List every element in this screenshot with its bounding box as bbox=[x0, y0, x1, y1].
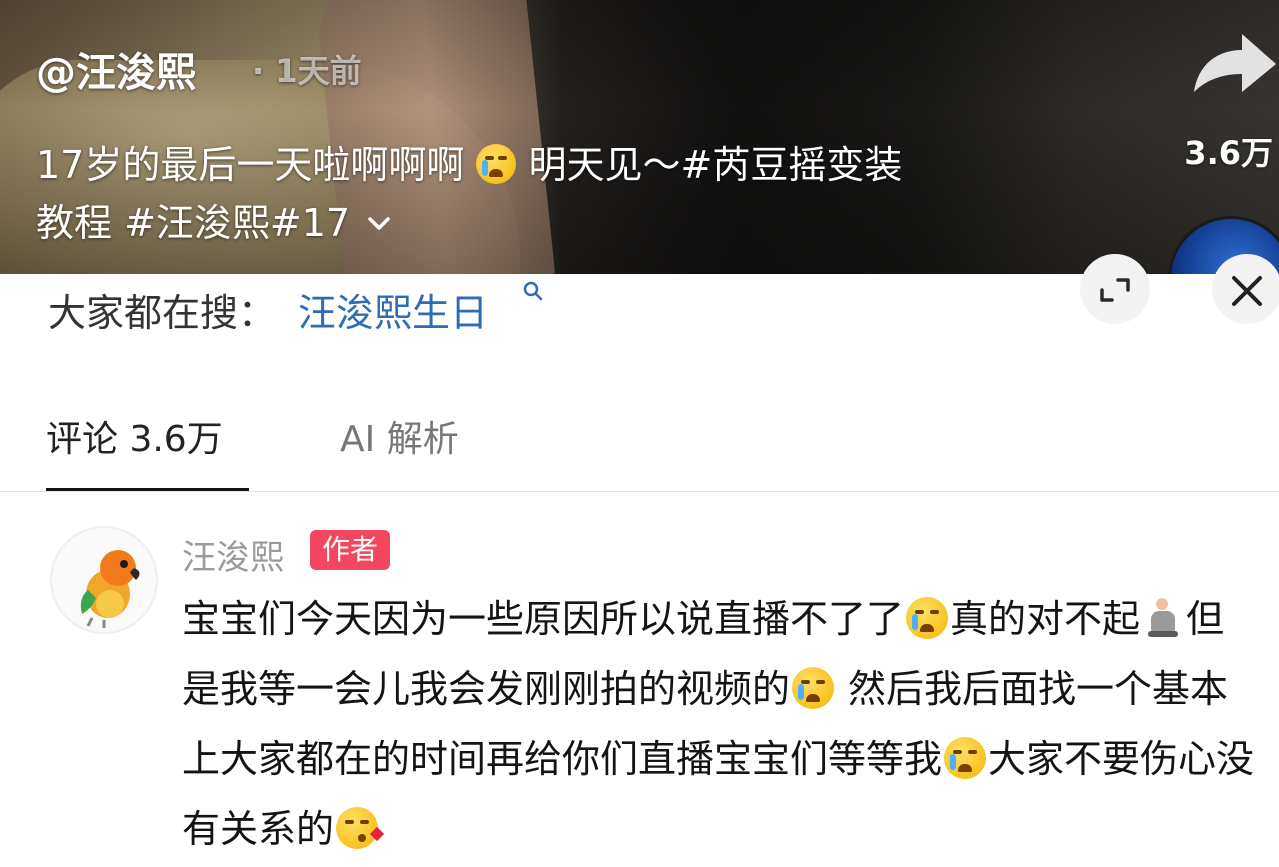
search-suggestion-link[interactable]: 汪浚熙生日 bbox=[298, 282, 488, 337]
search-suggestion-label: 大家都在搜： bbox=[48, 291, 277, 335]
expand-button[interactable] bbox=[1080, 254, 1150, 324]
loudly-crying-emoji-icon bbox=[944, 737, 987, 779]
close-button[interactable] bbox=[1212, 254, 1279, 324]
comment-segment-2: 真的对不起 bbox=[950, 597, 1141, 641]
author-badge: 作者 bbox=[310, 530, 391, 570]
expand-icon bbox=[1100, 278, 1130, 302]
loudly-crying-emoji-icon bbox=[906, 597, 949, 639]
loudly-crying-emoji-icon bbox=[476, 144, 517, 184]
parrot-avatar-icon bbox=[80, 550, 140, 628]
video-caption[interactable]: 17岁的最后一天啦啊啊啊 明天见～#芮豆摇变装 教程 #汪浚熙#17 bbox=[36, 136, 1036, 252]
kneeling-person-emoji-icon bbox=[1148, 598, 1179, 638]
caption-text-2: 明天见～#芮豆摇变装 bbox=[528, 143, 903, 187]
video-author-handle[interactable]: @汪浚熙 bbox=[36, 40, 196, 98]
caption-text-1: 17岁的最后一天啦啊啊啊 bbox=[36, 143, 465, 187]
video-post-time: · 1天前 bbox=[252, 52, 362, 90]
chevron-down-icon[interactable] bbox=[366, 214, 392, 234]
comment-segment-1: 宝宝们今天因为一些原因所以说直播不了了 bbox=[182, 597, 905, 641]
avatar[interactable] bbox=[50, 526, 158, 634]
caption-text-3: 教程 #汪浚熙#17 bbox=[36, 201, 351, 245]
video-player[interactable]: @汪浚熙 · 1天前 17岁的最后一天啦啊啊啊 明天见～#芮豆摇变装 教程 #汪… bbox=[0, 0, 1279, 274]
comment-username[interactable]: 汪浚熙 bbox=[182, 530, 284, 579]
tab-comments[interactable]: 评论 3.6万 bbox=[46, 410, 223, 462]
search-icon bbox=[523, 281, 543, 301]
crying-emoji-icon bbox=[792, 667, 835, 709]
share-arrow-icon[interactable] bbox=[1188, 26, 1279, 100]
tabs-divider bbox=[0, 491, 1279, 492]
comment-text: 宝宝们今天因为一些原因所以说直播不了了 真的对不起 但是我等一会儿我会发刚刚拍的视频… bbox=[182, 584, 1262, 864]
share-count: 3.6万 bbox=[1184, 134, 1273, 172]
tab-ai-analysis[interactable]: AI 解析 bbox=[340, 410, 459, 462]
close-icon bbox=[1232, 276, 1262, 306]
kissing-face-emoji-icon bbox=[336, 807, 385, 849]
